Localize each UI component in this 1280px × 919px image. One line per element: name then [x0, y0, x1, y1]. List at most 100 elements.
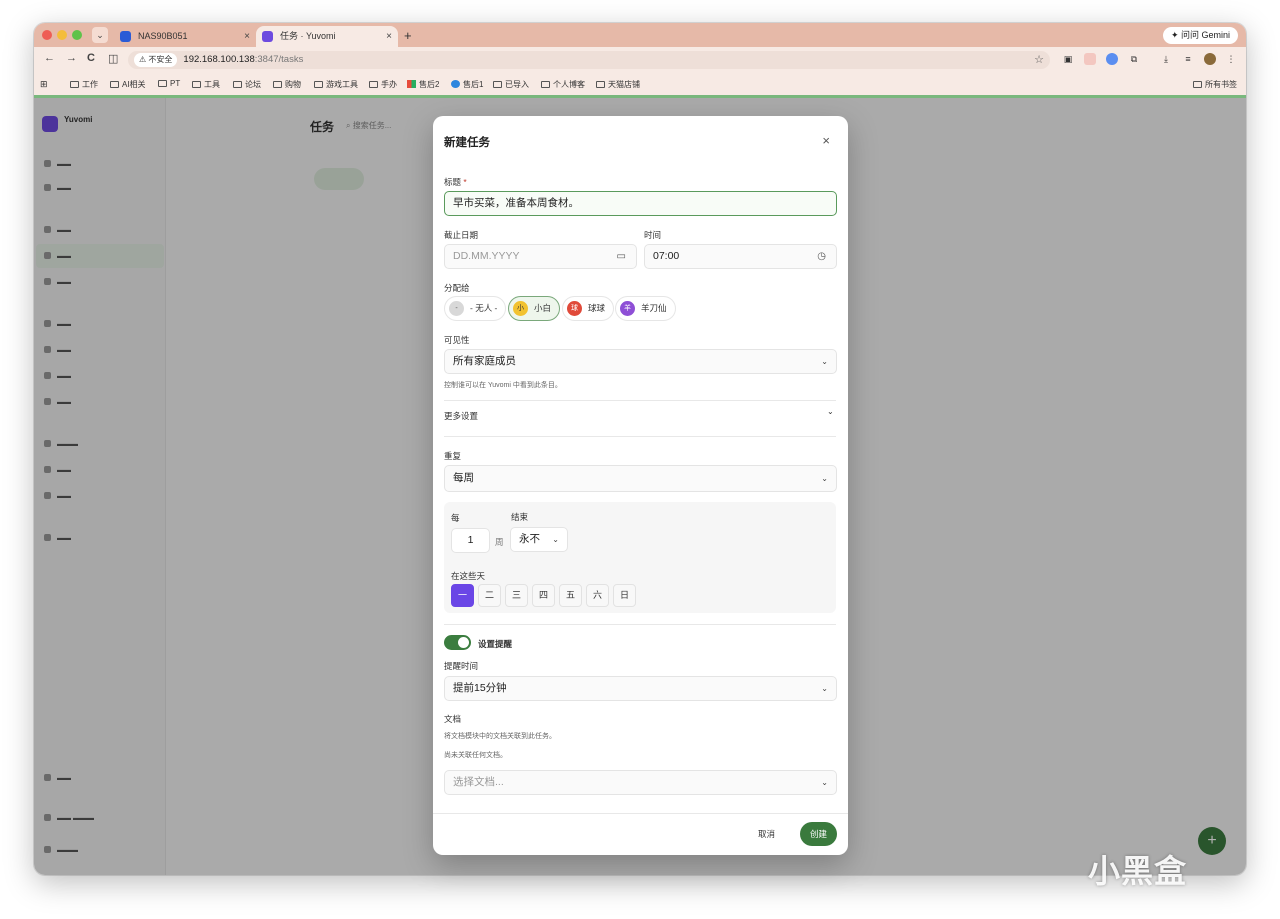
interval-input[interactable]: 1: [451, 528, 490, 553]
document-placeholder: 选择文档...: [453, 776, 504, 788]
more-settings-toggle[interactable]: 更多设置: [444, 410, 478, 422]
side-panel-button[interactable]: ◫: [108, 52, 118, 65]
bookmark-label: 购物: [285, 80, 301, 89]
gemini-button[interactable]: ✦ 问问 Gemini: [1162, 27, 1238, 44]
tab-tasks[interactable]: 任务 · Yuvomi ×: [256, 26, 398, 47]
folder-icon: [369, 81, 378, 88]
bookmark-label: 手办: [381, 80, 397, 89]
bookmark-folder[interactable]: 手办: [369, 79, 397, 90]
back-button[interactable]: ←: [44, 52, 55, 64]
forward-button[interactable]: →: [66, 52, 77, 64]
day-toggle-sun[interactable]: 日: [613, 584, 636, 607]
cancel-button[interactable]: 取消: [758, 828, 775, 840]
day-toggle-sat[interactable]: 六: [586, 584, 609, 607]
security-label: 不安全: [148, 55, 173, 64]
visibility-select[interactable]: 所有家庭成员 ⌄: [444, 349, 837, 374]
avatar[interactable]: [1204, 53, 1216, 65]
assignee-xiaobai[interactable]: 小小白: [508, 296, 561, 321]
bookmark-folder[interactable]: 已导入: [493, 79, 529, 90]
assignee-yangdaoxian[interactable]: 羊羊刀仙: [615, 296, 676, 321]
reload-button[interactable]: C: [87, 52, 95, 64]
bookmark-folder[interactable]: 天猫店铺: [596, 79, 640, 90]
download-icon[interactable]: ⤓: [1160, 53, 1172, 65]
bookmark-folder[interactable]: AI相关: [110, 79, 146, 90]
divider: [444, 400, 836, 401]
time-input[interactable]: 07:00 ◷: [644, 244, 837, 269]
bookmark-label: 游戏工具: [326, 80, 358, 89]
extension-icon[interactable]: [1084, 53, 1096, 65]
create-button[interactable]: 创建: [800, 822, 837, 846]
bookmark-folder[interactable]: 购物: [273, 79, 301, 90]
security-badge[interactable]: ⚠ 不安全: [134, 53, 178, 67]
close-window-button[interactable]: [42, 30, 52, 40]
close-icon[interactable]: ×: [386, 26, 392, 47]
extension-icon[interactable]: ▣: [1062, 53, 1074, 65]
reminder-select[interactable]: 提前15分钟 ⌄: [444, 676, 837, 701]
document-select[interactable]: 选择文档... ⌄: [444, 770, 837, 795]
docs-label: 文档: [444, 714, 462, 724]
clock-icon[interactable]: ◷: [817, 245, 826, 268]
bookmark-folder[interactable]: 论坛: [233, 79, 261, 90]
folder-icon: [233, 81, 242, 88]
bookmark-folder[interactable]: 工具: [192, 79, 220, 90]
bookmark-folder[interactable]: 游戏工具: [314, 79, 358, 90]
day-toggle-tue[interactable]: 二: [478, 584, 501, 607]
due-date-input[interactable]: DD.MM.YYYY ▭: [444, 244, 637, 269]
title-input[interactable]: 早市买菜，准备本周食材。: [444, 191, 837, 216]
all-bookmarks[interactable]: 所有书签: [1193, 79, 1237, 90]
title-label-text: 标题: [444, 177, 462, 187]
bookmark-folder[interactable]: 个人博客: [541, 79, 585, 90]
bookmark-folder[interactable]: 工作: [70, 79, 98, 90]
chevron-down-icon: ⌄: [821, 474, 828, 483]
minimize-window-button[interactable]: [57, 30, 67, 40]
chevron-down-icon[interactable]: ⌄: [827, 407, 834, 416]
tab-nas[interactable]: NAS90B051 ×: [114, 26, 256, 47]
avatar: -: [449, 301, 464, 316]
assignee-qiuqiu[interactable]: 球球球: [562, 296, 615, 321]
assign-label: 分配给: [444, 283, 470, 293]
bookmark-star-icon[interactable]: ☆: [1034, 51, 1044, 69]
watermark-logo: 小黑盒: [1088, 853, 1188, 889]
extension-icon[interactable]: [1106, 53, 1118, 65]
bookmark-label: 工具: [204, 80, 220, 89]
time-label: 时间: [644, 230, 662, 240]
close-icon[interactable]: ×: [244, 26, 250, 47]
maximize-window-button[interactable]: [72, 30, 82, 40]
media-icon[interactable]: ≡: [1182, 53, 1194, 65]
apps-icon[interactable]: ⊞: [40, 79, 48, 90]
bookmark-label: 论坛: [245, 80, 261, 89]
title-label: 标题 *: [444, 176, 467, 188]
assignee-none[interactable]: -- 无人 -: [444, 296, 507, 321]
bookmark-label: 售后2: [419, 80, 440, 89]
ms-icon: [407, 80, 416, 88]
close-icon[interactable]: ×: [822, 133, 830, 148]
folder-icon: [273, 81, 282, 88]
repeat-label: 重复: [444, 451, 462, 461]
day-toggle-thu[interactable]: 四: [532, 584, 555, 607]
docs-hint: 将文档模块中的文档关联到此任务。: [444, 733, 556, 740]
puzzle-icon[interactable]: ⧉: [1128, 53, 1140, 65]
end-value: 永不: [519, 533, 540, 545]
day-toggle-wed[interactable]: 三: [505, 584, 528, 607]
due-date-label: 截止日期: [444, 230, 479, 240]
calendar-icon[interactable]: ▭: [617, 245, 626, 268]
tab-label: 任务 · Yuvomi: [280, 31, 336, 41]
bookmark-item[interactable]: 售后2: [407, 79, 439, 90]
repeat-select[interactable]: 每周 ⌄: [444, 465, 837, 492]
repeat-options-panel: [444, 502, 836, 613]
reminder-toggle[interactable]: [444, 635, 471, 650]
day-toggle-fri[interactable]: 五: [559, 584, 582, 607]
bookmark-folder[interactable]: PT: [158, 79, 180, 88]
bookmark-item[interactable]: 售后1: [451, 79, 483, 90]
folder-icon: [493, 81, 502, 88]
footer-divider: [433, 813, 848, 814]
time-value: 07:00: [653, 250, 680, 262]
divider: [444, 436, 836, 437]
day-toggle-mon[interactable]: 一: [451, 584, 474, 607]
more-menu-icon[interactable]: ⋮: [1225, 53, 1237, 65]
chevron-down-icon[interactable]: ⌄: [92, 27, 108, 43]
new-tab-button[interactable]: +: [404, 26, 412, 46]
divider: [444, 624, 836, 625]
end-select[interactable]: 永不 ⌄: [510, 527, 568, 552]
address-bar[interactable]: ⚠ 不安全 192.168.100.138:3847/tasks ☆: [128, 51, 1050, 69]
